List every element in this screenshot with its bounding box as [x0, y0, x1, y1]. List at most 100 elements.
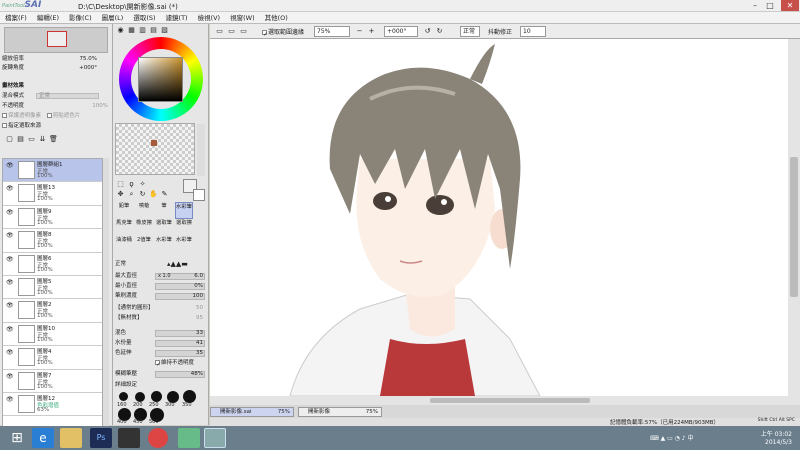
new-layer-set-icon[interactable]: ▤: [15, 134, 26, 144]
explorer-icon[interactable]: [60, 428, 82, 448]
tool-marker[interactable]: 馬克筆: [115, 219, 133, 236]
brush-size-dot[interactable]: [151, 391, 162, 402]
horizontal-scrollbar[interactable]: [210, 396, 800, 405]
tool-watercolor-2[interactable]: 水彩筆: [155, 236, 173, 253]
layer-item[interactable]: 👁 圖層6 正常 100%: [3, 253, 102, 276]
doc-tab[interactable]: 開新影像 75%: [298, 407, 382, 417]
rotate-right-icon[interactable]: ↻: [434, 26, 445, 36]
hand-icon[interactable]: ✋: [148, 189, 159, 199]
tool-bucket[interactable]: 油漆桶: [115, 236, 133, 253]
layer-item[interactable]: 👁 圖層7 正常 100%: [3, 370, 102, 393]
angle-select[interactable]: +000°: [384, 26, 418, 37]
magic-wand-icon[interactable]: ✧: [137, 179, 148, 189]
rotate-value[interactable]: +000°: [79, 64, 97, 72]
blend-mode-row[interactable]: 混合模式 正常: [2, 92, 111, 100]
start-icon[interactable]: ⊞: [6, 428, 28, 448]
water-row[interactable]: 水份量 41: [115, 339, 207, 348]
toolbar-icon[interactable]: ▭: [238, 26, 249, 36]
navigator-thumbnail[interactable]: [4, 27, 108, 53]
new-layer-icon[interactable]: ▢: [4, 134, 15, 144]
layer-item[interactable]: 👁 圖層2 正常 100%: [3, 299, 102, 323]
horizontal-scroll-thumb[interactable]: [430, 398, 590, 403]
toolbar-icon[interactable]: ▭: [226, 26, 237, 36]
photoshop-icon[interactable]: Ps: [90, 428, 112, 448]
layer-item[interactable]: 👁 圖層群組1 正常 100%: [3, 159, 102, 183]
menu-window[interactable]: 視窗(W): [225, 12, 260, 24]
brush-mode-row[interactable]: 正常 ▴▲▲▬: [115, 260, 207, 269]
canvas[interactable]: [210, 39, 788, 396]
eye-icon[interactable]: 👁: [6, 232, 14, 239]
layer-item[interactable]: 👁 圖層5 正常 100%: [3, 276, 102, 300]
zoom-out-icon[interactable]: −: [354, 26, 365, 36]
layer-item[interactable]: 👁 圖層4 正常 100%: [3, 346, 102, 370]
scratchpad-swatch[interactable]: [151, 140, 157, 146]
keep-opacity-checkbox[interactable]: ✓: [155, 360, 161, 368]
detail-settings-row[interactable]: 詳細設定: [115, 381, 207, 390]
rgb-slider-icon[interactable]: ▦: [126, 25, 137, 35]
brush-size-dot[interactable]: [135, 392, 145, 402]
merge-icon[interactable]: ⇊: [37, 134, 48, 144]
brush-shape-icons[interactable]: ▴▲▲▬: [167, 260, 188, 269]
menu-select[interactable]: 選取(S): [128, 12, 160, 24]
view-mode-select[interactable]: 正常: [460, 26, 480, 37]
fuzzy-row[interactable]: 模糊筆壓 48%: [115, 370, 207, 379]
shape-row[interactable]: 【通常的圓形】 50: [115, 304, 207, 313]
tool-eraser[interactable]: 橡皮擦: [135, 219, 153, 236]
selection-edge-toggle[interactable]: ✓選取範圍邊緣: [262, 27, 304, 38]
rotate-icon[interactable]: ↻: [137, 189, 148, 199]
close-button[interactable]: ✕: [781, 0, 799, 11]
texture-row[interactable]: 【無材質】 95: [115, 314, 207, 323]
scratchpad[interactable]: [115, 123, 195, 175]
zoom-icon[interactable]: ⌕: [126, 189, 137, 199]
new-folder-icon[interactable]: ▭: [26, 134, 37, 144]
eye-icon[interactable]: 👁: [6, 396, 14, 403]
menu-view[interactable]: 檢視(V): [193, 12, 226, 24]
eye-icon[interactable]: 👁: [6, 279, 14, 286]
blend-row[interactable]: 混色 33: [115, 329, 207, 338]
protect-alpha-checkbox[interactable]: [2, 113, 7, 118]
layer-item[interactable]: 👁 圖層12 色彩增值 63%: [3, 393, 102, 417]
tool-watercolor-3[interactable]: 水彩筆: [175, 236, 193, 253]
minimize-button[interactable]: –: [748, 0, 762, 11]
swatch-icon[interactable]: ▤: [148, 25, 159, 35]
vertical-scrollbar[interactable]: [788, 39, 800, 396]
eyedropper-icon[interactable]: ✎: [159, 189, 170, 199]
selection-source-row[interactable]: 指定選取來源: [2, 122, 111, 130]
sai-icon[interactable]: [204, 428, 226, 448]
chrome-icon[interactable]: [148, 428, 168, 448]
blend-mode-select[interactable]: 正常: [36, 93, 99, 99]
color-wheel-icon[interactable]: ◉: [115, 25, 126, 35]
eye-icon[interactable]: 👁: [6, 256, 14, 263]
min-size-row[interactable]: 最小直徑 0%: [115, 282, 207, 291]
eye-icon[interactable]: 👁: [6, 162, 14, 169]
tool-select-eraser[interactable]: 選取擦: [175, 219, 193, 236]
layer-item[interactable]: 👁 圖層13 正常 100%: [3, 182, 102, 206]
menu-canvas[interactable]: 影像(C): [64, 12, 97, 24]
max-size-row[interactable]: 最大直徑 x 1.0 6.0: [115, 272, 207, 281]
scratchpad-scrollbar[interactable]: [197, 124, 205, 176]
section-brush-effect[interactable]: 畫材效果: [2, 82, 111, 90]
selection-source-checkbox[interactable]: [2, 123, 7, 128]
eye-icon[interactable]: 👁: [6, 373, 14, 380]
tool-pen[interactable]: 筆: [155, 202, 173, 219]
stabilizer-select[interactable]: 10: [520, 26, 546, 37]
lasso-icon[interactable]: ϙ: [126, 179, 137, 189]
menu-edit[interactable]: 編輯(E): [32, 12, 64, 24]
keep-opacity-row[interactable]: ✓維持不透明度: [115, 359, 207, 368]
clock-time[interactable]: 上午 03:02: [761, 429, 792, 438]
tool-binary-pen[interactable]: 2值筆: [135, 236, 153, 253]
tool-select-pen[interactable]: 選取筆: [155, 219, 173, 236]
tray-icons[interactable]: ⌨ ▲ ▭ ◔ ♪ 中: [650, 433, 694, 442]
secondary-color-swatch[interactable]: [193, 189, 205, 201]
layer-item[interactable]: 👁 圖層8 正常 100%: [3, 229, 102, 253]
doc-tab[interactable]: 開新影像.sai 75%: [210, 407, 294, 417]
app-icon[interactable]: [118, 428, 140, 448]
layer-scrollbar[interactable]: [103, 158, 109, 428]
eye-icon[interactable]: 👁: [6, 302, 14, 309]
zoom-select[interactable]: 75%: [314, 26, 350, 37]
select-rect-icon[interactable]: ⬚: [115, 179, 126, 189]
move-icon[interactable]: ✥: [115, 189, 126, 199]
layer-item[interactable]: 👁 圖層10 正常 100%: [3, 323, 102, 347]
app-icon[interactable]: [178, 428, 200, 448]
protect-alpha-row[interactable]: 保護透明像素 剪貼遮色片: [2, 112, 111, 120]
